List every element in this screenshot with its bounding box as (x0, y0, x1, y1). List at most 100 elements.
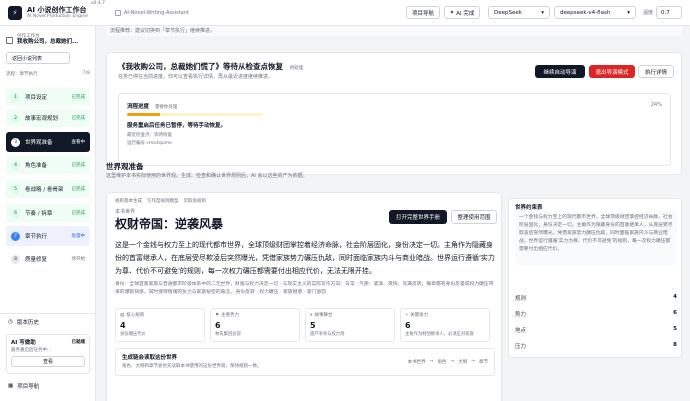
chevron-down-icon: ▾ (541, 9, 544, 16)
brand: AI 小说创作工作台 AI Novel Production Engine (27, 6, 88, 19)
provider-select[interactable]: DeepSeek ▾ (488, 6, 550, 19)
step-volume-strategy[interactable]: 5 卷战略 / 卷骨架 已完成 (6, 180, 90, 198)
section-sub: 这里维护本书实际使用的世界观。生成、检查和确认世界规则后，AI 会以这些资产为依… (106, 173, 308, 179)
model-value: deepseek-v4-flash (560, 9, 611, 16)
step-status: 已完成 (71, 116, 86, 121)
summary-title: 世界约束表 (515, 205, 543, 211)
flow-hint: 流程推荐：建议切换到「章节执行」继续推进。 (106, 26, 682, 36)
step-story-planning[interactable]: 2 故事宏观规划 已完成 (6, 109, 90, 127)
summary-row-label: 地点 (515, 328, 527, 334)
exit-director-button[interactable]: 退出导演模式 (589, 65, 635, 78)
model-select[interactable]: deepseek-v4-flash ▾ (554, 6, 636, 19)
recovery-title: 《我收购公司，总裁她们慌了》等待从检查点恢复 (118, 62, 283, 71)
ai-assistant-card: AI 写做助 已就绪 服务重启后任务中... 查看 (6, 334, 90, 374)
version-history-label: 版本历史 (16, 320, 39, 326)
stat-note: 林氏集团总部 (215, 332, 241, 337)
step-name: 项目设定 (25, 95, 48, 101)
step-number: 3 (11, 137, 20, 147)
step-status: 已完成 (71, 163, 86, 168)
ai-view-button[interactable]: 查看 (11, 356, 85, 367)
breadcrumb-text: AI-Novel-Writing-Assistant (124, 9, 189, 16)
step-number: 8 (11, 254, 20, 264)
stat-label: 关键张力 (410, 313, 429, 318)
flow-header: 流程：章节执行 7/8 (6, 71, 90, 77)
divider (0, 313, 96, 314)
arrow-icon: → (471, 359, 475, 364)
step-pacing[interactable]: 6 节奏 / 拆章 已完成 (6, 204, 90, 222)
stat-value: 6 (405, 321, 411, 330)
step-status: 已完成 (71, 95, 86, 100)
summary-text: 一个金钱与权力至上的现代都市世界，全球顶级财团掌控经济命脉，社会阶层固化，身份决… (515, 211, 677, 265)
summary-row-label: 压力 (515, 344, 527, 350)
world-details: 身份：全球首富家族与普通都市阶级体系中的二元世界，财富与权力决定一切 · 与现实… (115, 282, 494, 295)
ai-assistant-sub: 服务重启后任务中... (11, 348, 52, 353)
checkpoint-text: 最近检查点：等待恢复 (127, 133, 172, 138)
flow-label: 流程：章节执行 (6, 72, 38, 77)
stat-value: 6 (215, 321, 221, 330)
version-history-link[interactable]: ◷ 版本历史 (8, 318, 39, 326)
step-status: 待开始 (71, 257, 86, 262)
summary-row-count: 4 (673, 294, 677, 300)
stat-value: 4 (120, 321, 126, 330)
world-tab[interactable]: 写作型规则模型 (147, 198, 179, 204)
recovery-title-row: 《我收购公司，总裁她们慌了》等待从检查点恢复 待处理 (118, 61, 303, 72)
open-world-manual-button[interactable]: 打开完整世界手册 (389, 210, 447, 224)
step-worldbuilding[interactable]: 3 世界观准备 查看中 (6, 132, 90, 152)
sidebar: 创作工作台 我收购公司，总裁她们... 返回小说列表 流程：章节执行 7/8 1… (0, 26, 96, 401)
step-chapter-execution[interactable]: 7 章节执行 处理中 (6, 226, 90, 246)
app-subtitle: AI Novel Production Engine (27, 13, 88, 19)
generation-chain-box: 生成链会读取这份世界 角色、大纲和章节会优先读取本书使用的这份世界观，保持规则一… (115, 348, 495, 376)
step-characters[interactable]: 4 角色准备 已完成 (6, 156, 90, 174)
world-label: 本书世界 (115, 209, 136, 215)
temperature-label: 温度 (643, 10, 654, 16)
temperature-value: 0.7 (661, 9, 670, 16)
history-icon: ◷ (8, 319, 13, 325)
recovery-tag: 待处理 (289, 66, 304, 71)
summary-row-label: 势力 (515, 312, 527, 318)
world-tabs: 规则基本生成 写作型规则模型 可取角规则 (115, 198, 206, 204)
step-project-setup[interactable]: 1 项目设定 已完成 (6, 88, 90, 106)
resume-director-button[interactable]: 继续自动导演 (535, 65, 585, 78)
world-tab[interactable]: 规则基本生成 (115, 198, 142, 204)
section-title: 世界观准备 (106, 162, 144, 171)
location-icon: ⌖ (310, 313, 313, 318)
step-name: 角色准备 (25, 163, 48, 169)
progress-percent: 24% (650, 102, 662, 108)
world-tab[interactable]: 可取角规则 (184, 198, 207, 204)
step-quality-repair[interactable]: 8 质量修复 待开始 (6, 250, 90, 268)
stat-tension: ⚡ 关键张力 6 主角作为财团继承人，必须应对家族 (400, 308, 490, 342)
project-nav-label: 项目导航 (411, 10, 434, 17)
temperature-input[interactable]: 0.7 (656, 6, 682, 19)
step-number: 5 (11, 184, 20, 194)
project-nav-button[interactable]: 项目导航 (406, 6, 440, 19)
ai-complete-button[interactable]: ✦ AI 完成 (444, 6, 480, 19)
stat-label: 主要势力 (221, 313, 240, 318)
progress-track (127, 113, 263, 116)
flow-count: 7/8 (82, 71, 90, 76)
stat-note: 身份碾压代价 (120, 332, 146, 337)
summary-row: 规则 4 (515, 294, 677, 302)
arrow-icon: → (429, 359, 434, 364)
generation-chain: 本书世界 → 角色 → 大纲 → 章节 (408, 359, 488, 365)
stat-label: 故事舞台 (314, 313, 333, 318)
app-title: AI 小说创作工作台 (27, 5, 87, 14)
back-to-novels-button[interactable]: 返回小说列表 (6, 52, 70, 64)
app-version: v0.4.7 (90, 1, 105, 6)
progress-title: 流程进度 (127, 104, 150, 110)
sidebar-project-nav[interactable]: ▦ 项目导航 (8, 382, 39, 390)
organize-scope-button[interactable]: 整理使用范围 (451, 210, 497, 224)
chain-item: 章节 (479, 360, 488, 365)
breadcrumb[interactable]: AI-Novel-Writing-Assistant (115, 9, 189, 16)
stat-label: 核心规则 (126, 313, 145, 318)
execution-details-button[interactable]: 执行详情 (638, 65, 674, 78)
step-status: 已完成 (71, 211, 86, 216)
step-status: 处理中 (71, 234, 86, 239)
progress-message: 服务重启后任务已暂停，等待手动恢复。 (127, 123, 227, 129)
summary-row: 地点 5 (515, 326, 677, 334)
summary-row-label: 规则 (515, 296, 527, 302)
stat-note: 主角作为财团继承人，必须应对家族 (405, 332, 474, 337)
recovery-sub: 任务已停在当前进度。你可以查看执行详情，再从最近进度继续推进。 (118, 74, 274, 80)
workspace-name: 我收购公司，总裁她们... (17, 39, 79, 46)
step-name: 章节执行 (25, 234, 48, 240)
stat-factions: ⚑ 主要势力 6 林氏集团总部 (210, 308, 300, 342)
